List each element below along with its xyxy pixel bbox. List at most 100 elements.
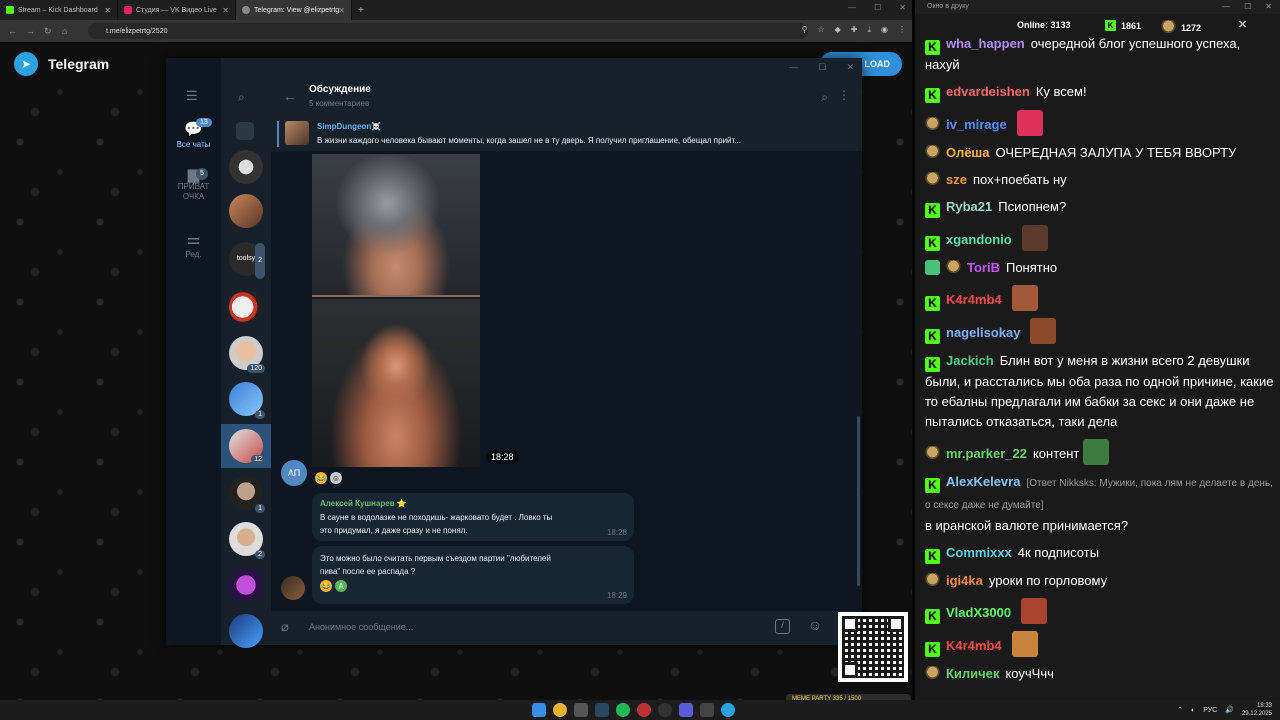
chat-avatar[interactable]: [229, 614, 263, 648]
chat-avatar[interactable]: toolsy 2: [229, 242, 265, 279]
chrome-icon[interactable]: [553, 703, 567, 717]
reload-icon[interactable]: ↻: [44, 26, 62, 37]
chat-username[interactable]: VladX3000: [946, 605, 1011, 620]
folder-edit[interactable]: ⚌ Ред.: [166, 230, 221, 259]
tab-telegram[interactable]: Telegram: View @elizpetrtg ✕: [236, 0, 352, 20]
message-bubble[interactable]: Это можно было считать первым съездом па…: [312, 546, 634, 604]
url-input[interactable]: t.me/elizpetrtg/2520: [88, 23, 808, 39]
back-icon[interactable]: ←: [8, 26, 26, 36]
pinned-post[interactable]: SimpDungeon☠️ В жизни каждого человека б…: [271, 116, 862, 152]
chat-item-selected[interactable]: 12: [221, 424, 271, 468]
tab-vk-studio[interactable]: Студия — VK Видео Live ✕: [118, 0, 236, 20]
chat-username[interactable]: K4r4mb4: [946, 292, 1002, 307]
minimize-icon[interactable]: —: [789, 62, 798, 73]
search-icon[interactable]: ⌕: [238, 90, 245, 105]
scrollbar[interactable]: [857, 416, 860, 586]
more-options-icon[interactable]: ⋮: [838, 88, 850, 102]
chat-username[interactable]: nagelisokay: [946, 325, 1020, 340]
photo-attachment[interactable]: [312, 154, 480, 297]
forward-icon[interactable]: →: [26, 26, 44, 36]
app-icon[interactable]: [679, 703, 693, 717]
saved-messages-icon[interactable]: [236, 122, 254, 140]
tab-kick-dashboard[interactable]: Stream – Kick Dashboard ✕: [0, 0, 118, 20]
bot-command-icon[interactable]: /: [775, 619, 790, 634]
minimize-icon[interactable]: —: [848, 3, 856, 12]
download-icon[interactable]: ⤓: [867, 25, 871, 35]
language-indicator[interactable]: РУС: [1203, 707, 1217, 714]
chat-username[interactable]: Ryba21: [946, 199, 992, 214]
menu-icon[interactable]: ⋮: [898, 25, 906, 35]
close-icon[interactable]: ✕: [1238, 18, 1247, 31]
chat-username[interactable]: sze: [946, 172, 967, 187]
chat-avatar[interactable]: [229, 150, 263, 184]
chat-avatar[interactable]: 1: [229, 476, 265, 513]
chat-username[interactable]: edvardeishen: [946, 84, 1030, 99]
reaction-emoji-icon[interactable]: 😂: [320, 580, 332, 592]
chat-username[interactable]: K4r4mb4: [946, 638, 1002, 653]
spotify-icon[interactable]: [616, 703, 630, 717]
app-icon[interactable]: [700, 703, 714, 717]
app-window-controls: — ☐ ✕: [789, 62, 854, 73]
obs-icon[interactable]: [658, 703, 672, 717]
chat-avatar[interactable]: [229, 194, 263, 228]
browser-icon[interactable]: [574, 703, 588, 717]
folder-private[interactable]: ▆ 5 ПРИВАТ ОЧКА: [166, 167, 221, 202]
star-icon[interactable]: ☆: [817, 25, 824, 35]
clock[interactable]: 18:33 29.12.2025: [1242, 702, 1272, 718]
hamburger-menu-icon[interactable]: ☰: [186, 88, 198, 104]
chat-avatar[interactable]: 2: [229, 522, 265, 559]
extension-icon[interactable]: ◆: [835, 25, 841, 35]
tray-chevron-icon[interactable]: ⌃: [1177, 706, 1183, 714]
chat-username[interactable]: xgandonio: [946, 232, 1012, 247]
user-avatar[interactable]: [281, 576, 305, 600]
maximize-icon[interactable]: ☐: [1244, 2, 1251, 11]
volume-icon[interactable]: 🔊: [1225, 706, 1234, 714]
message-input[interactable]: Анонимное сообщение...: [309, 622, 413, 632]
app-icon[interactable]: [637, 703, 651, 717]
chat-avatar[interactable]: [229, 568, 263, 602]
chat-username[interactable]: igi4ka: [946, 573, 983, 588]
message-bubble[interactable]: Алексей Кушнарев ⭐ В сауне в водолазке н…: [312, 493, 634, 541]
chat-username[interactable]: AlexKelevra: [946, 474, 1020, 489]
back-arrow-icon[interactable]: ←: [283, 88, 297, 104]
start-icon[interactable]: [532, 703, 546, 717]
close-icon[interactable]: ✕: [899, 3, 906, 12]
maximize-icon[interactable]: ☐: [818, 62, 826, 73]
reaction-emoji-icon[interactable]: ☺: [330, 472, 342, 484]
close-tab-icon[interactable]: ✕: [338, 6, 345, 15]
home-icon[interactable]: ⌂: [62, 26, 80, 36]
close-tab-icon[interactable]: ✕: [222, 6, 229, 15]
telegram-icon[interactable]: [721, 703, 735, 717]
chat-avatar[interactable]: 120: [229, 336, 265, 373]
user-avatar[interactable]: АП: [281, 460, 307, 486]
new-tab-button[interactable]: +: [358, 5, 364, 16]
close-icon[interactable]: ✕: [846, 62, 854, 73]
chat-username[interactable]: Jackich: [946, 353, 994, 368]
minimize-icon[interactable]: —: [1222, 2, 1230, 11]
chat-username[interactable]: mr.parker_22: [946, 446, 1027, 461]
tray-icon[interactable]: ◐: [1191, 707, 1195, 714]
zoom-icon[interactable]: ⚲: [802, 25, 808, 35]
attach-icon[interactable]: ⌀: [281, 619, 289, 635]
search-icon[interactable]: ⌕: [821, 90, 828, 105]
close-tab-icon[interactable]: ✕: [104, 6, 111, 15]
puzzle-icon[interactable]: ✚: [851, 25, 858, 35]
photo-attachment[interactable]: [312, 299, 480, 467]
emoji-icon[interactable]: ☺: [808, 617, 822, 633]
folder-all-chats[interactable]: 💬 13 Все чаты: [166, 118, 221, 149]
chat-username[interactable]: iv_mirage: [946, 117, 1007, 132]
chat-username[interactable]: Олёша: [946, 145, 990, 160]
chat-username[interactable]: Commixxx: [946, 545, 1012, 560]
chat-avatar[interactable]: [229, 290, 263, 324]
chat-username[interactable]: ToriB: [967, 260, 1000, 275]
steam-icon[interactable]: [595, 703, 609, 717]
reaction-emoji-icon[interactable]: 😂: [315, 472, 327, 484]
reaction-avatar-icon[interactable]: A: [335, 580, 347, 592]
profile-icon[interactable]: ◉: [881, 25, 888, 35]
close-icon[interactable]: ✕: [1265, 2, 1272, 11]
maximize-icon[interactable]: ☐: [874, 3, 881, 12]
chat-username[interactable]: wha_happen: [946, 36, 1025, 51]
qr-corner: [842, 662, 858, 678]
chat-avatar[interactable]: 1: [229, 382, 265, 419]
chat-username[interactable]: Киличек: [946, 666, 999, 681]
